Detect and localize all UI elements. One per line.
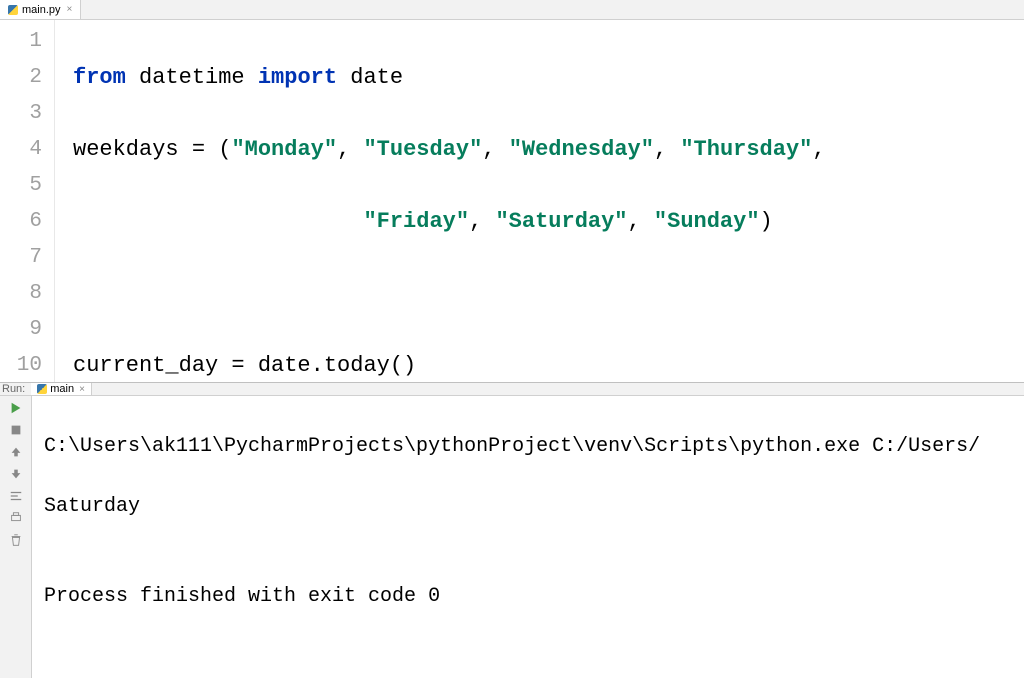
line-number: 1	[4, 24, 42, 60]
line-number: 3	[4, 96, 42, 132]
code-line: weekdays = ("Monday", "Tuesday", "Wednes…	[73, 132, 1024, 168]
console-stdout: Saturday	[44, 492, 1024, 522]
console-output[interactable]: C:\Users\ak111\PycharmProjects\pythonPro…	[32, 396, 1024, 678]
line-number: 4	[4, 132, 42, 168]
python-icon	[37, 384, 47, 394]
line-number: 5	[4, 168, 42, 204]
code-line: "Friday", "Saturday", "Sunday")	[73, 204, 1024, 240]
console-exit: Process finished with exit code 0	[44, 582, 1024, 612]
code-editor: 1 2 3 4 5 6 7 8 9 10 from datetime impor…	[0, 20, 1024, 383]
run-tab[interactable]: main ×	[31, 383, 92, 395]
down-button[interactable]	[6, 466, 26, 482]
wrap-button[interactable]	[6, 488, 26, 504]
code-line: current_day = date.today()	[73, 348, 1024, 383]
run-label: Run:	[2, 383, 25, 395]
tab-filename: main.py	[22, 4, 61, 16]
close-icon[interactable]: ×	[79, 384, 85, 395]
line-number: 10	[4, 348, 42, 383]
code-line	[73, 276, 1024, 312]
line-number: 9	[4, 312, 42, 348]
run-panel: Run: main × C:\Users\ak111\PycharmProjec…	[0, 383, 1024, 543]
line-number: 7	[4, 240, 42, 276]
run-header: Run: main ×	[0, 383, 1024, 396]
print-button[interactable]	[6, 510, 26, 526]
editor-tabs: main.py ×	[0, 0, 1024, 20]
line-number: 6	[4, 204, 42, 240]
run-tab-name: main	[50, 383, 74, 395]
file-tab-main[interactable]: main.py ×	[0, 0, 81, 19]
code-area[interactable]: from datetime import date weekdays = ("M…	[55, 20, 1024, 382]
up-button[interactable]	[6, 444, 26, 460]
run-toolbar	[0, 396, 32, 678]
code-line: from datetime import date	[73, 60, 1024, 96]
trash-button[interactable]	[6, 532, 26, 548]
run-body: C:\Users\ak111\PycharmProjects\pythonPro…	[0, 396, 1024, 678]
rerun-button[interactable]	[6, 400, 26, 416]
stop-button[interactable]	[6, 422, 26, 438]
console-path: C:\Users\ak111\PycharmProjects\pythonPro…	[44, 432, 1024, 462]
line-number: 8	[4, 276, 42, 312]
line-number: 2	[4, 60, 42, 96]
python-icon	[8, 5, 18, 15]
close-icon[interactable]: ×	[67, 4, 73, 15]
line-gutter: 1 2 3 4 5 6 7 8 9 10	[0, 20, 55, 382]
